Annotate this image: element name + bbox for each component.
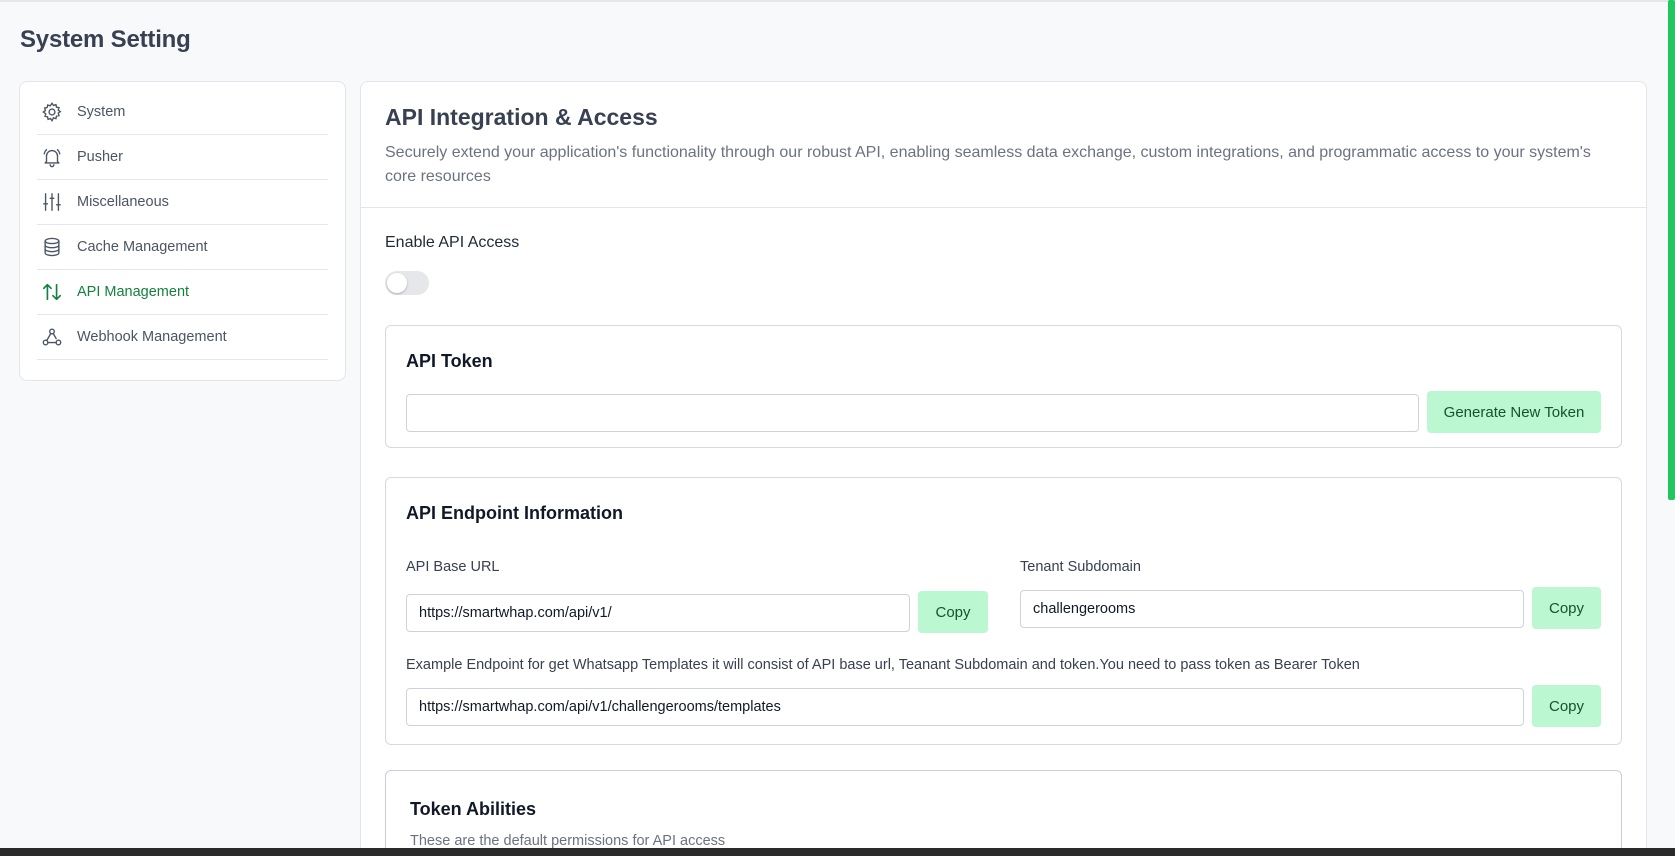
toggle-knob <box>387 273 407 293</box>
enable-api-label: Enable API Access <box>385 234 520 251</box>
token-abilities-description: These are the default permissions for AP… <box>410 833 726 849</box>
database-icon <box>41 236 63 258</box>
scrollbar-thumb[interactable] <box>1668 0 1675 500</box>
taskbar-edge <box>0 848 1675 856</box>
sidebar-item-label: Pusher <box>77 149 123 165</box>
example-endpoint-label: Example Endpoint for get Whatsapp Templa… <box>406 657 1360 673</box>
sidebar-item-api-management[interactable]: API Management <box>37 270 328 315</box>
tenant-subdomain-input[interactable]: challengerooms <box>1020 590 1524 628</box>
enable-api-toggle[interactable] <box>385 271 429 295</box>
sidebar-item-webhook-management[interactable]: Webhook Management <box>37 315 328 360</box>
sidebar-item-label: System <box>77 104 126 120</box>
arrows-up-down-icon <box>41 281 63 303</box>
sidebar-item-label: API Management <box>77 284 190 300</box>
panel-title: API Integration & Access <box>385 104 658 130</box>
panel-description: Securely extend your application's funct… <box>385 144 1591 185</box>
copy-example-endpoint-button[interactable]: Copy <box>1532 685 1601 727</box>
bell-icon <box>41 146 63 168</box>
api-token-title: API Token <box>406 351 493 371</box>
token-abilities-title: Token Abilities <box>410 799 537 819</box>
api-endpoint-title: API Endpoint Information <box>406 503 623 523</box>
sidebar-item-miscellaneous[interactable]: Miscellaneous <box>37 180 328 225</box>
api-endpoint-card: API Endpoint Information API Base URL ht… <box>385 477 1622 745</box>
generate-token-button[interactable]: Generate New Token <box>1427 391 1601 433</box>
copy-tenant-button[interactable]: Copy <box>1532 587 1601 629</box>
sidebar-item-cache-management[interactable]: Cache Management <box>37 225 328 270</box>
api-token-input[interactable] <box>406 394 1419 432</box>
api-base-url-input[interactable]: https://smartwhap.com/api/v1/ <box>406 594 910 632</box>
page-title: System Setting <box>20 26 191 53</box>
token-abilities-card: Token Abilities These are the default pe… <box>385 770 1622 856</box>
api-token-card: API Token Generate New Token <box>385 325 1622 448</box>
settings-sidebar: System Pusher Miscellaneous Cache Manage… <box>19 81 346 381</box>
example-endpoint-input[interactable]: https://smartwhap.com/api/v1/challengero… <box>406 688 1524 726</box>
copy-base-url-button[interactable]: Copy <box>918 591 988 633</box>
sidebar-item-label: Webhook Management <box>77 329 227 345</box>
sidebar-item-label: Miscellaneous <box>77 194 169 210</box>
api-settings-panel: API Integration & Access Securely extend… <box>360 81 1647 856</box>
gear-icon <box>41 101 63 123</box>
panel-header: API Integration & Access Securely extend… <box>361 82 1646 208</box>
sidebar-item-system[interactable]: System <box>37 90 328 135</box>
webhook-icon <box>41 326 63 348</box>
api-base-url-label: API Base URL <box>406 559 500 575</box>
sliders-icon <box>41 191 63 213</box>
sidebar-item-label: Cache Management <box>77 239 208 255</box>
tenant-subdomain-label: Tenant Subdomain <box>1020 559 1141 575</box>
sidebar-item-pusher[interactable]: Pusher <box>37 135 328 180</box>
top-divider <box>0 0 1675 2</box>
